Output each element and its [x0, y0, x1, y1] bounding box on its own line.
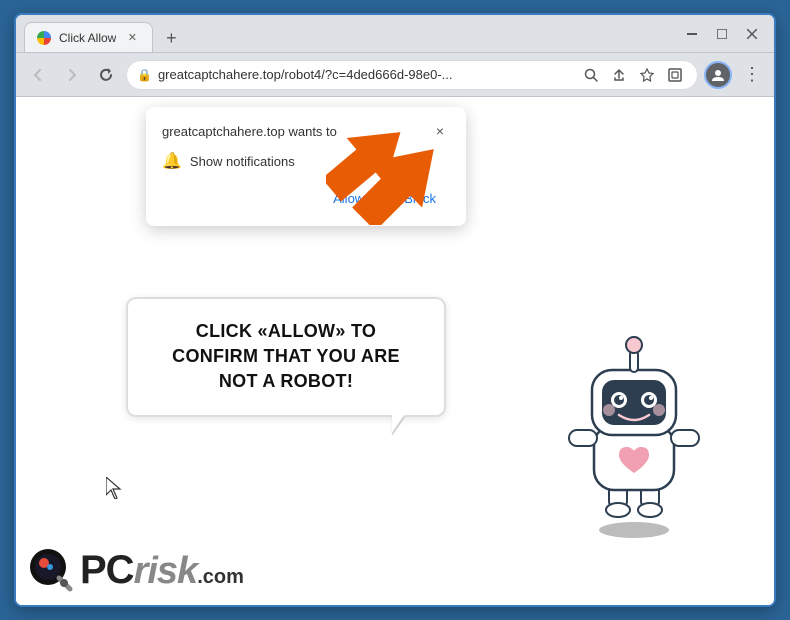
pointing-arrow [326, 111, 406, 216]
extensions-icon-btn[interactable] [663, 63, 687, 87]
browser-menu-button[interactable]: ⋮ [738, 61, 766, 89]
search-icon-btn[interactable] [579, 63, 603, 87]
profile-button[interactable] [704, 61, 732, 89]
maximize-button[interactable] [708, 20, 736, 48]
window-controls [678, 20, 766, 48]
forward-button[interactable] [58, 61, 86, 89]
notification-site-text: greatcaptchahere.top wants to [162, 124, 337, 139]
show-notifications-label: Show notifications [190, 154, 295, 169]
tab-title: Click Allow [59, 31, 116, 45]
page-content: greatcaptchahere.top wants to × 🔔 Show n… [16, 97, 774, 605]
pcrisk-logo: PC risk .com [26, 545, 244, 595]
back-button[interactable] [24, 61, 52, 89]
pc-text: PC [80, 548, 134, 593]
minimize-button[interactable] [678, 20, 706, 48]
robot-character [554, 310, 714, 545]
bell-icon: 🔔 [162, 151, 182, 171]
url-text: greatcaptchahere.top/robot4/?c=4ded666d-… [158, 67, 573, 82]
risk-text: risk [134, 550, 198, 593]
pcrisk-icon [26, 545, 76, 595]
active-tab[interactable]: Click Allow ✕ [24, 22, 153, 52]
pcrisk-wordmark: PC risk .com [80, 548, 244, 593]
url-action-icons [579, 63, 687, 87]
mouse-cursor [106, 477, 124, 505]
url-box[interactable]: 🔒 greatcaptchahere.top/robot4/?c=4ded666… [126, 60, 698, 90]
new-tab-button[interactable]: + [157, 24, 185, 52]
address-bar: 🔒 greatcaptchahere.top/robot4/?c=4ded666… [16, 53, 774, 97]
tab-close-button[interactable]: ✕ [124, 30, 140, 46]
browser-window: Click Allow ✕ + 🔒 [14, 13, 776, 607]
dot-com-text: .com [197, 566, 244, 589]
speech-bubble: CLICK «ALLOW» TO CONFIRM THAT YOU ARE NO… [126, 297, 446, 417]
tab-favicon [37, 31, 51, 45]
tab-area: Click Allow ✕ + [24, 15, 670, 52]
close-button[interactable] [738, 20, 766, 48]
bubble-text: CLICK «ALLOW» TO CONFIRM THAT YOU ARE NO… [152, 319, 420, 395]
refresh-button[interactable] [92, 61, 120, 89]
robot-svg [554, 310, 714, 540]
share-icon-btn[interactable] [607, 63, 631, 87]
lock-icon: 🔒 [137, 68, 152, 82]
bookmark-icon-btn[interactable] [635, 63, 659, 87]
title-bar: Click Allow ✕ + [16, 15, 774, 53]
